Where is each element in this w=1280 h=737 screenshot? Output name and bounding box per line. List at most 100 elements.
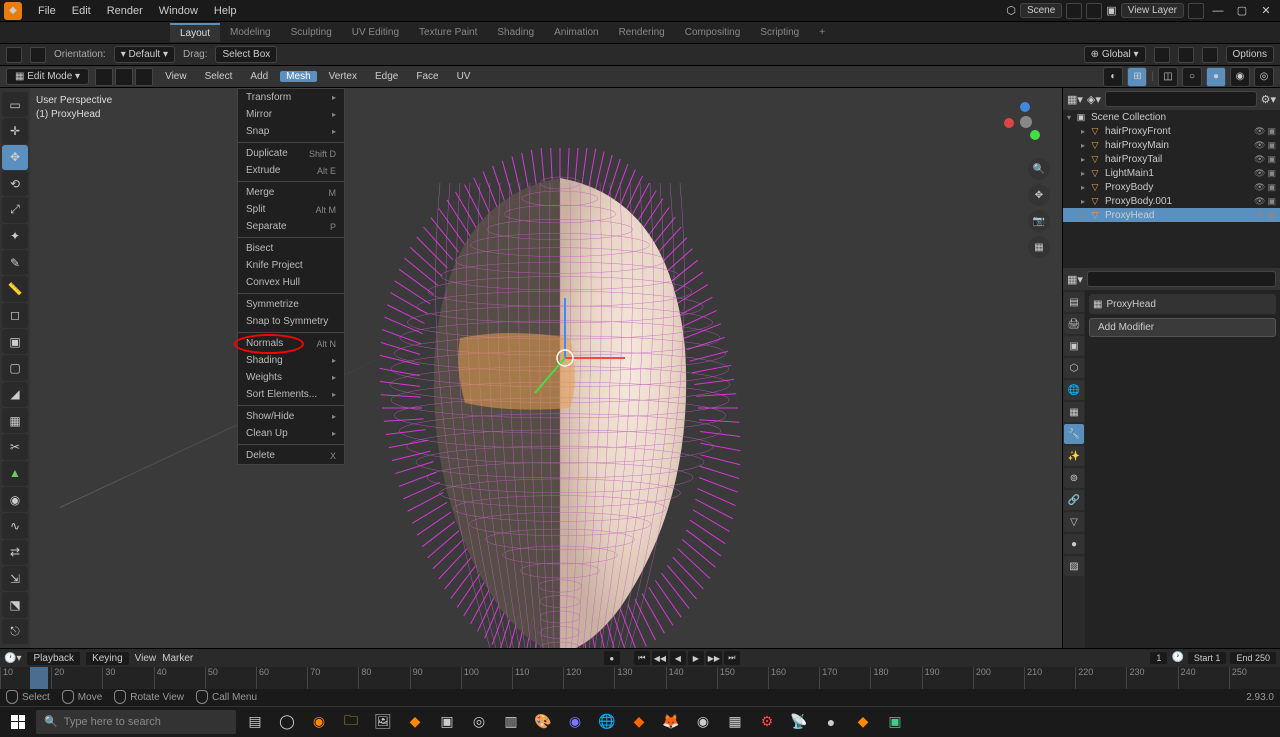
tool-knife[interactable]: ✂ xyxy=(2,434,28,459)
jump-end-button[interactable]: ⏭ xyxy=(724,651,740,665)
tool-bevel[interactable]: ◢ xyxy=(2,382,28,407)
mesh-menu-snap-to-symmetry[interactable]: Snap to Symmetry xyxy=(238,313,344,330)
tool-loop-cut[interactable]: ▦ xyxy=(2,408,28,433)
mesh-menu-knife-project[interactable]: Knife Project xyxy=(238,257,344,274)
menu-mesh[interactable]: Mesh xyxy=(280,71,316,82)
mesh-menu-sort-elements-[interactable]: Sort Elements...▸ xyxy=(238,386,344,403)
app-obs-icon[interactable]: ◎ xyxy=(464,708,494,736)
menu-file[interactable]: File xyxy=(30,0,64,22)
start-frame[interactable]: Start 1 xyxy=(1188,652,1227,664)
app-code-icon[interactable]: ▥ xyxy=(496,708,526,736)
tool-extrude[interactable]: ▣ xyxy=(2,329,28,354)
axis-y-icon[interactable] xyxy=(1030,130,1040,140)
outliner-display-icon[interactable]: ◈▾ xyxy=(1087,93,1101,106)
menu-edge[interactable]: Edge xyxy=(369,71,404,82)
ptab-viewlayer[interactable]: ▣ xyxy=(1064,336,1084,356)
propedit-icon[interactable] xyxy=(1202,47,1218,63)
mesh-menu-bisect[interactable]: Bisect xyxy=(238,240,344,257)
orientation-dropdown[interactable]: ▾ Default ▾ xyxy=(114,46,175,63)
mesh-menu-convex-hull[interactable]: Convex Hull xyxy=(238,274,344,291)
axis-x-icon[interactable] xyxy=(1004,118,1014,128)
mesh-menu-delete[interactable]: DeleteX xyxy=(238,447,344,464)
ptab-modifiers[interactable]: 🔧 xyxy=(1064,424,1084,444)
scene-del-button[interactable] xyxy=(1086,3,1102,19)
timeline-playhead[interactable] xyxy=(30,667,48,689)
edge-select-button[interactable] xyxy=(115,68,133,86)
editor-type-icon[interactable] xyxy=(6,47,22,63)
end-frame[interactable]: End 250 xyxy=(1230,652,1276,664)
shade-rendered-icon[interactable]: ◎ xyxy=(1254,67,1274,87)
ws-rendering[interactable]: Rendering xyxy=(609,24,675,41)
mesh-menu-weights[interactable]: Weights▸ xyxy=(238,369,344,386)
ptab-physics[interactable]: ⊚ xyxy=(1064,468,1084,488)
ws-sculpting[interactable]: Sculpting xyxy=(281,24,342,41)
shade-matprev-icon[interactable]: ◉ xyxy=(1230,67,1250,87)
ptab-mesh[interactable]: ▽ xyxy=(1064,512,1084,532)
outliner-item-proxybody.001[interactable]: ▸▽ProxyBody.001👁▣ xyxy=(1063,194,1280,208)
ptab-material[interactable]: ● xyxy=(1064,534,1084,554)
app-substance-icon[interactable]: ▣ xyxy=(880,708,910,736)
vertex-select-button[interactable] xyxy=(95,68,113,86)
menu-window[interactable]: Window xyxy=(151,0,206,22)
mesh-menu-separate[interactable]: SeparateP xyxy=(238,218,344,235)
overlay-toggle[interactable]: ⊞ xyxy=(1127,67,1147,87)
shade-solid-icon[interactable]: ● xyxy=(1206,67,1226,87)
scene-new-button[interactable] xyxy=(1066,3,1082,19)
timeline-ruler[interactable]: 1020304050607080901001101201301401501601… xyxy=(0,667,1280,689)
tool-spin[interactable]: ◉ xyxy=(2,487,28,512)
menu-render[interactable]: Render xyxy=(99,0,151,22)
viewlayer-name[interactable]: View Layer xyxy=(1121,3,1184,18)
app-settings-icon[interactable]: ⚙ xyxy=(752,708,782,736)
tool-rotate[interactable]: ⟲ xyxy=(2,171,28,196)
tl-marker[interactable]: Marker xyxy=(162,653,193,664)
ptab-particles[interactable]: ✨ xyxy=(1064,446,1084,466)
jump-start-button[interactable]: ⏮ xyxy=(634,651,650,665)
ptab-world[interactable]: 🌐 xyxy=(1064,380,1084,400)
menu-add[interactable]: Add xyxy=(244,71,274,82)
tool-cursor-icon[interactable] xyxy=(30,47,46,63)
mesh-menu-extrude[interactable]: ExtrudeAlt E xyxy=(238,162,344,179)
menu-vertex[interactable]: Vertex xyxy=(323,71,363,82)
app-houdini-icon[interactable]: ◉ xyxy=(304,708,334,736)
play-button[interactable]: ▶ xyxy=(688,651,704,665)
transform-orientation[interactable]: ⊕ Global ▾ xyxy=(1084,46,1146,63)
outliner-item-hairproxyfront[interactable]: ▸▽hairProxyFront👁▣ xyxy=(1063,124,1280,138)
ptab-output[interactable]: 🖨 xyxy=(1064,314,1084,334)
tool-poly-build[interactable]: ▲ xyxy=(2,461,28,486)
mesh-menu-clean-up[interactable]: Clean Up▸ xyxy=(238,425,344,442)
menu-help[interactable]: Help xyxy=(206,0,245,22)
app-chrome-icon[interactable]: 🌐 xyxy=(592,708,622,736)
options-dropdown[interactable]: Options xyxy=(1226,46,1274,63)
app-steam-icon[interactable]: ◉ xyxy=(688,708,718,736)
mesh-menu-normals[interactable]: NormalsAlt N xyxy=(238,335,344,352)
mesh-menu-duplicate[interactable]: DuplicateShift D xyxy=(238,145,344,162)
autokey-icon[interactable]: ● xyxy=(604,651,620,665)
zoom-button[interactable]: 🔍 xyxy=(1028,158,1050,180)
app-blender1-icon[interactable]: ◆ xyxy=(400,708,430,736)
app-sonarr-icon[interactable]: 📡 xyxy=(784,708,814,736)
face-select-button[interactable] xyxy=(135,68,153,86)
timeline-type-icon[interactable]: 🕐▾ xyxy=(4,653,21,664)
tool-shear[interactable]: ⬔ xyxy=(2,592,28,617)
tool-move[interactable]: ✥ xyxy=(2,145,28,170)
axis-z-icon[interactable] xyxy=(1020,102,1030,112)
xray-toggle[interactable]: ◫ xyxy=(1158,67,1178,87)
ws-shading[interactable]: Shading xyxy=(487,24,544,41)
tl-keying[interactable]: Keying xyxy=(86,652,129,665)
ws-animation[interactable]: Animation xyxy=(544,24,608,41)
add-modifier-button[interactable]: Add Modifier xyxy=(1089,318,1276,337)
app-firefox-icon[interactable]: 🦊 xyxy=(656,708,686,736)
ws-layout[interactable]: Layout xyxy=(170,23,220,42)
menu-edit[interactable]: Edit xyxy=(64,0,99,22)
mesh-menu-mirror[interactable]: Mirror▸ xyxy=(238,106,344,123)
mesh-menu-show-hide[interactable]: Show/Hide▸ xyxy=(238,408,344,425)
menu-face[interactable]: Face xyxy=(410,71,444,82)
play-rev-button[interactable]: ◀ xyxy=(670,651,686,665)
tl-playback[interactable]: Playback xyxy=(27,652,80,665)
mesh-menu-shading[interactable]: Shading▸ xyxy=(238,352,344,369)
tool-shrink[interactable]: ⇲ xyxy=(2,566,28,591)
viewlayer-del-button[interactable] xyxy=(1188,3,1204,19)
ws-texpaint[interactable]: Texture Paint xyxy=(409,24,487,41)
tool-cursor[interactable]: ✛ xyxy=(2,118,28,143)
app-brave-icon[interactable]: ◆ xyxy=(624,708,654,736)
